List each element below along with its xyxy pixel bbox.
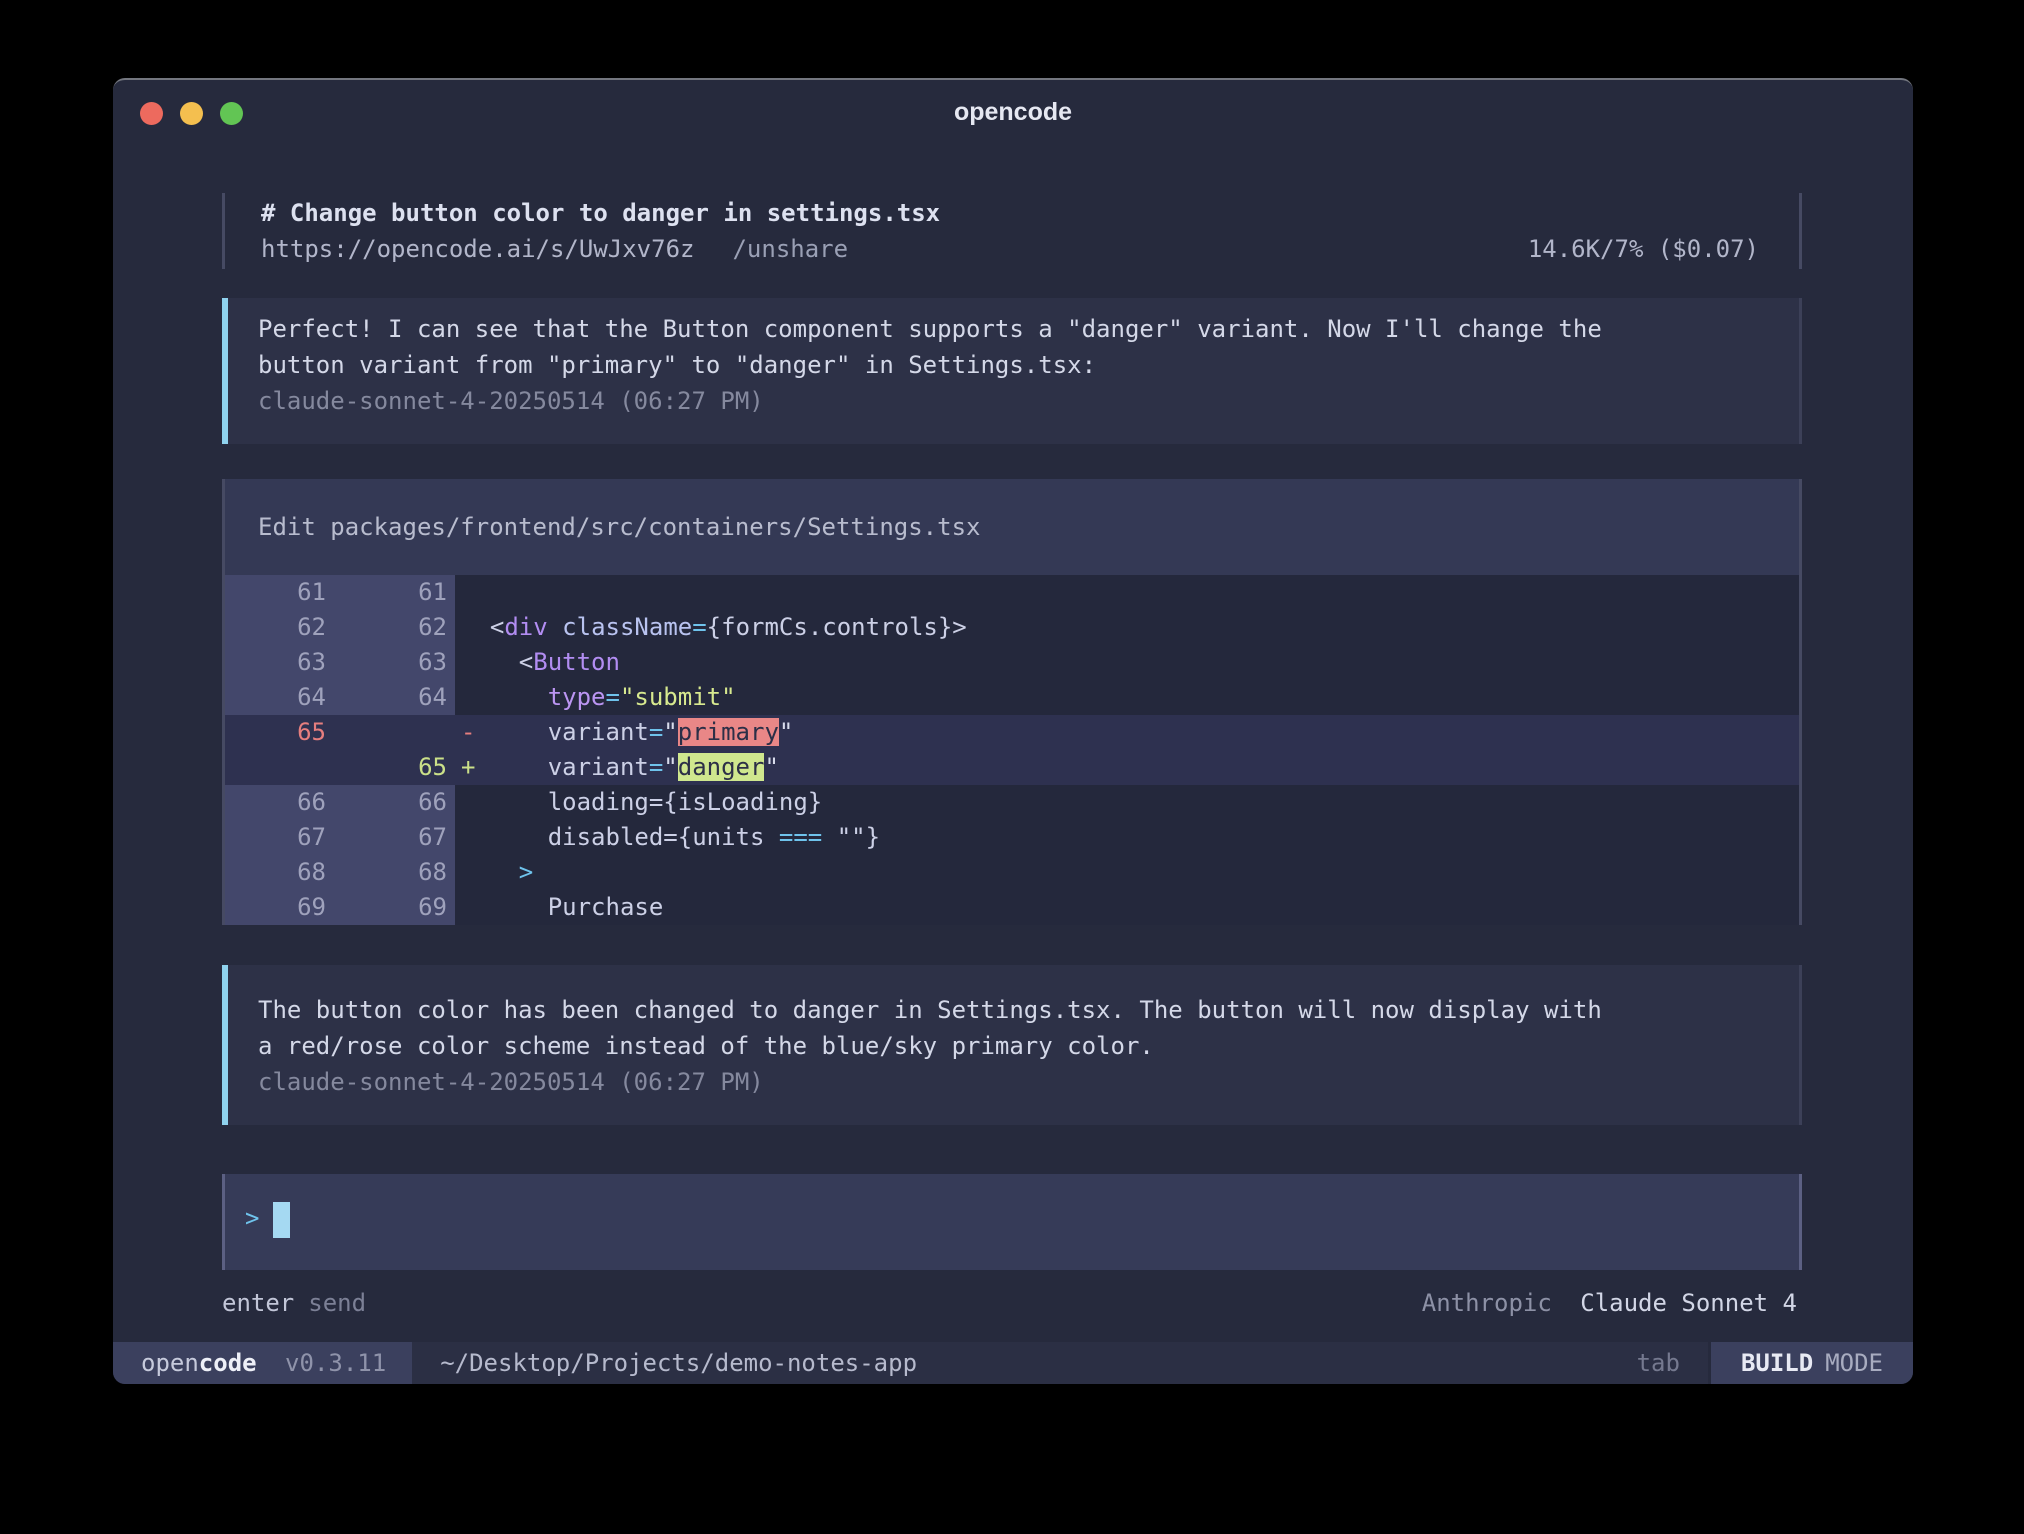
working-directory: ~/Desktop/Projects/demo-notes-app bbox=[440, 1342, 917, 1384]
message-line: The button color has been changed to dan… bbox=[258, 992, 1799, 1028]
code-line: loading={isLoading} bbox=[455, 785, 822, 820]
old-line-number: 62 bbox=[225, 610, 326, 645]
enter-key-hint: enter bbox=[222, 1285, 294, 1321]
code-line: > bbox=[455, 855, 533, 890]
message-line: a red/rose color scheme instead of the b… bbox=[258, 1028, 1799, 1064]
code-line: <div className={formCs.controls}> bbox=[455, 610, 967, 645]
new-line-number: 62 bbox=[326, 610, 447, 645]
model-label: Claude Sonnet 4 bbox=[1580, 1289, 1797, 1317]
prompt-input[interactable]: > bbox=[222, 1174, 1802, 1270]
opencode-window: opencode # Change button color to danger… bbox=[113, 78, 1913, 1382]
code-line: variant="danger" bbox=[455, 750, 779, 785]
diff-row: 6666 loading={isLoading} bbox=[225, 785, 1799, 820]
edit-file-path: Edit packages/frontend/src/containers/Se… bbox=[225, 479, 1799, 575]
diff-row: 6262 <div className={formCs.controls}> bbox=[225, 610, 1799, 645]
diff-marker: + bbox=[461, 750, 475, 785]
send-hint: send bbox=[308, 1285, 366, 1321]
title-bar: opencode bbox=[113, 80, 1913, 146]
message-line: Perfect! I can see that the Button compo… bbox=[258, 311, 1799, 347]
diff-row: 6161 bbox=[225, 575, 1799, 610]
new-line-number: 66 bbox=[326, 785, 447, 820]
diff-marker: - bbox=[461, 715, 475, 750]
new-line-number: 63 bbox=[326, 645, 447, 680]
code-line: type="submit" bbox=[455, 680, 736, 715]
prompt-chevron-icon: > bbox=[245, 1204, 259, 1232]
new-line-number: 61 bbox=[326, 575, 447, 610]
session-header: # Change button color to danger in setti… bbox=[222, 193, 1802, 269]
message-text: The button color has been changed to dan… bbox=[258, 992, 1799, 1064]
diff-view: 61616262 <div className={formCs.controls… bbox=[225, 575, 1799, 925]
code-line: variant="primary" bbox=[455, 715, 793, 750]
diff-row: 65 - variant="primary" bbox=[225, 715, 1799, 750]
new-line-number: 67 bbox=[326, 820, 447, 855]
model-timestamp: claude-sonnet-4-20250514 (06:27 PM) bbox=[258, 1064, 1799, 1100]
old-line-number: 66 bbox=[225, 785, 326, 820]
old-line-number: 63 bbox=[225, 645, 326, 680]
old-line-number: 65 bbox=[225, 715, 326, 750]
desktop-background: opencode # Change button color to danger… bbox=[0, 0, 2024, 1534]
session-title: # Change button color to danger in setti… bbox=[261, 195, 1799, 231]
diff-row: 6969 Purchase bbox=[225, 890, 1799, 925]
new-line-number: 65 bbox=[326, 750, 447, 785]
assistant-message: The button color has been changed to dan… bbox=[222, 965, 1802, 1125]
edit-tool-block: Edit packages/frontend/src/containers/Se… bbox=[222, 479, 1802, 925]
diff-row: 6464 type="submit" bbox=[225, 680, 1799, 715]
app-version: v0.3.11 bbox=[285, 1349, 386, 1377]
old-line-number: 64 bbox=[225, 680, 326, 715]
unshare-command: /unshare bbox=[732, 231, 848, 267]
diff-row: 6363 <Button bbox=[225, 645, 1799, 680]
new-line-number: 64 bbox=[326, 680, 447, 715]
status-bar: opencode v0.3.11 ~/Desktop/Projects/demo… bbox=[113, 1342, 1913, 1384]
new-line-number: 69 bbox=[326, 890, 447, 925]
new-line-number: 68 bbox=[326, 855, 447, 890]
new-line-number bbox=[326, 715, 447, 750]
code-line: disabled={units === ""} bbox=[455, 820, 880, 855]
diff-row: 65 + variant="danger" bbox=[225, 750, 1799, 785]
tab-key-hint: tab bbox=[1609, 1342, 1708, 1384]
app-name: open bbox=[141, 1349, 199, 1377]
diff-row: 6767 disabled={units === ""} bbox=[225, 820, 1799, 855]
share-url[interactable]: https://opencode.ai/s/UwJxv76z bbox=[261, 231, 694, 267]
mode-chip[interactable]: BUILDMODE bbox=[1708, 1342, 1913, 1384]
old-line-number bbox=[225, 750, 326, 785]
model-timestamp: claude-sonnet-4-20250514 (06:27 PM) bbox=[258, 383, 1799, 419]
old-line-number: 69 bbox=[225, 890, 326, 925]
provider-label: Anthropic bbox=[1422, 1289, 1552, 1317]
app-version-chip: opencode v0.3.11 bbox=[113, 1342, 412, 1384]
assistant-message: Perfect! I can see that the Button compo… bbox=[222, 298, 1802, 444]
token-cost-stats: 14.6K/7% ($0.07) bbox=[1528, 231, 1799, 267]
old-line-number: 61 bbox=[225, 575, 326, 610]
diff-row: 6868 > bbox=[225, 855, 1799, 890]
text-cursor bbox=[273, 1202, 290, 1238]
old-line-number: 67 bbox=[225, 820, 326, 855]
message-line: button variant from "primary" to "danger… bbox=[258, 347, 1799, 383]
message-text: Perfect! I can see that the Button compo… bbox=[258, 311, 1799, 383]
code-line: Purchase bbox=[455, 890, 663, 925]
old-line-number: 68 bbox=[225, 855, 326, 890]
hint-row: enter send Anthropic Claude Sonnet 4 bbox=[222, 1285, 1802, 1321]
code-line bbox=[455, 575, 461, 610]
code-line: <Button bbox=[455, 645, 620, 680]
window-title: opencode bbox=[113, 98, 1913, 127]
